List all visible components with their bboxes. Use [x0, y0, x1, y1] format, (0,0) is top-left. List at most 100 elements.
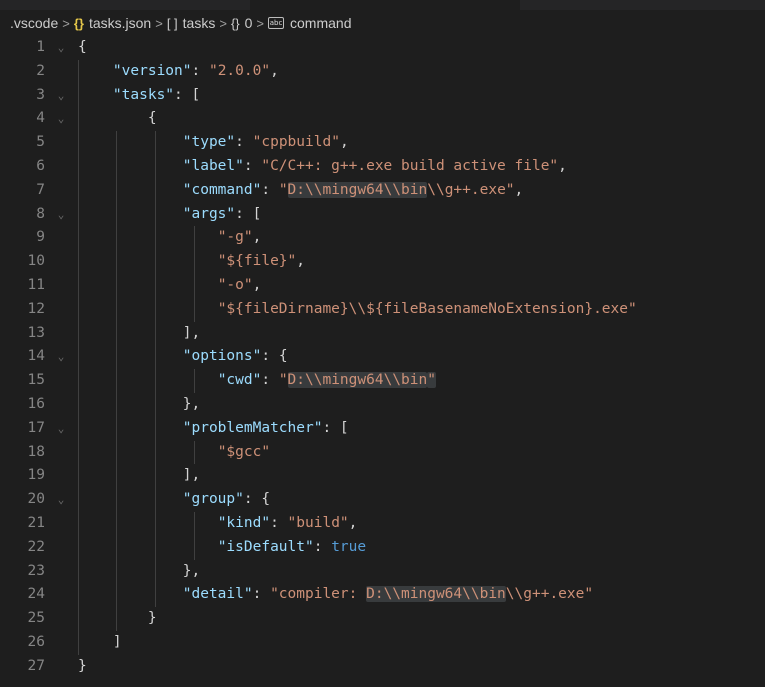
code-line[interactable]: 23 }, — [0, 560, 765, 584]
line-number: 25 — [27, 610, 45, 627]
breadcrumb-command[interactable]: abc command — [268, 15, 351, 31]
code-line[interactable]: 15 "cwd": "D:\\mingw64\\bin" — [0, 369, 765, 393]
token-punctuation: , — [348, 514, 358, 531]
line-number: 20 — [27, 491, 45, 508]
breadcrumb-object[interactable]: {} 0 — [231, 15, 252, 31]
line-number: 19 — [27, 467, 45, 484]
object-symbol-icon: {} — [230, 15, 240, 31]
token-string: " — [278, 372, 288, 389]
token-punctuation: ], — [182, 324, 201, 341]
code-line[interactable]: 21 "kind": "build", — [0, 512, 765, 536]
token-string-highlighted: " — [427, 372, 436, 389]
breadcrumb-tasks[interactable]: [ ] tasks — [167, 15, 216, 31]
line-number: 17 — [27, 419, 45, 436]
token-punctuation: : — [261, 181, 279, 198]
code-editor[interactable]: 1 ⌄{ 2 "version": "2.0.0", 3 ⌄ "tasks": [ … — [0, 36, 765, 687]
token-punctuation: : — [313, 538, 332, 555]
chevron-down-icon[interactable]: ⌄ — [55, 36, 67, 60]
token-key: "label" — [182, 157, 244, 174]
breadcrumb-file[interactable]: {} tasks.json — [74, 15, 151, 31]
editor-window: .vscode > {} tasks.json > [ ] tasks > {} 0 … — [0, 0, 765, 687]
code-line[interactable]: 3 ⌄ "tasks": [ — [0, 84, 765, 108]
code-line[interactable]: 8 ⌄ "args": [ — [0, 203, 765, 227]
code-line[interactable]: 27} — [0, 655, 765, 679]
breadcrumb-folder-label: .vscode — [10, 15, 59, 31]
string-symbol-icon: abc — [268, 17, 285, 29]
token-punctuation: }, — [182, 562, 201, 579]
breadcrumb-separator: > — [256, 15, 265, 31]
tab-ghost-right[interactable] — [520, 0, 765, 10]
chevron-down-icon[interactable]: ⌄ — [55, 345, 67, 369]
chevron-down-icon[interactable]: ⌄ — [55, 488, 67, 512]
tab-ghost-left[interactable] — [0, 0, 250, 10]
token-punctuation: : — [191, 62, 209, 79]
token-punctuation: { — [147, 110, 157, 127]
code-line[interactable]: 9 "-g", — [0, 226, 765, 250]
token-key: "command" — [182, 181, 262, 198]
line-number: 14 — [27, 348, 45, 365]
code-line[interactable]: 10 "${file}", — [0, 250, 765, 274]
token-punctuation: ] — [112, 633, 122, 650]
code-line[interactable]: 18 "$gcc" — [0, 441, 765, 465]
breadcrumb-file-label: tasks.json — [88, 15, 152, 31]
line-number: 12 — [27, 300, 45, 317]
line-number: 4 — [36, 110, 45, 127]
line-number: 6 — [36, 157, 45, 174]
token-string: "${fileDirname}\\${fileBasenameNoExtensi… — [217, 300, 637, 317]
chevron-down-icon[interactable]: ⌄ — [55, 203, 67, 227]
token-key: "version" — [112, 62, 192, 79]
breadcrumb-folder[interactable]: .vscode — [10, 15, 58, 31]
token-string-highlighted: D:\\mingw64\\bin — [287, 372, 428, 389]
token-punctuation: , — [339, 134, 349, 151]
array-symbol-icon: [ ] — [166, 15, 178, 31]
code-line[interactable]: 19 ], — [0, 464, 765, 488]
token-punctuation: [ — [252, 205, 262, 222]
code-line[interactable]: 26 ] — [0, 631, 765, 655]
line-number: 18 — [27, 443, 45, 460]
breadcrumb-separator: > — [219, 15, 227, 31]
code-line[interactable]: 17 ⌄ "problemMatcher": [ — [0, 417, 765, 441]
token-string: "-g" — [217, 229, 253, 246]
token-string: "compiler: — [270, 586, 367, 603]
token-boolean: true — [331, 538, 367, 555]
token-punctuation: } — [147, 610, 157, 627]
chevron-down-icon[interactable]: ⌄ — [55, 84, 67, 108]
code-line[interactable]: 11 "-o", — [0, 274, 765, 298]
code-line[interactable]: 24 "detail": "compiler: D:\\mingw64\\bin… — [0, 583, 765, 607]
code-line[interactable]: 6 "label": "C/C++: g++.exe build active … — [0, 155, 765, 179]
code-line[interactable]: 2 "version": "2.0.0", — [0, 60, 765, 84]
line-number: 10 — [27, 253, 45, 270]
token-string-highlighted: D:\\mingw64\\bin — [287, 181, 428, 198]
token-punctuation: : — [174, 86, 192, 103]
chevron-down-icon[interactable]: ⌄ — [55, 417, 67, 441]
code-line[interactable]: 16 }, — [0, 393, 765, 417]
line-number: 9 — [36, 229, 45, 246]
token-punctuation: ], — [182, 467, 201, 484]
token-punctuation: : — [261, 372, 279, 389]
chevron-down-icon[interactable]: ⌄ — [55, 107, 67, 131]
token-punctuation: : — [252, 586, 271, 603]
tab-strip — [0, 0, 765, 10]
code-line[interactable]: 7 "command": "D:\\mingw64\\bin\\g++.exe"… — [0, 179, 765, 203]
token-punctuation: : — [235, 134, 253, 151]
code-line[interactable]: 20 ⌄ "group": { — [0, 488, 765, 512]
token-punctuation: { — [261, 491, 271, 508]
token-punctuation: : — [322, 419, 340, 436]
code-line[interactable]: 12 "${fileDirname}\\${fileBasenameNoExte… — [0, 298, 765, 322]
token-punctuation: { — [78, 39, 87, 55]
token-string-highlighted: D:\\mingw64\\bin — [366, 586, 506, 603]
code-line[interactable]: 1 ⌄ { — [0, 36, 765, 60]
token-punctuation: , — [252, 229, 262, 246]
code-line[interactable]: 22 "isDefault": true — [0, 536, 765, 560]
code-line[interactable]: 14 ⌄ "options": { — [0, 345, 765, 369]
code-line[interactable]: 13 ], — [0, 322, 765, 346]
line-number: 13 — [27, 324, 45, 341]
line-number: 23 — [27, 562, 45, 579]
line-number: 24 — [27, 586, 45, 603]
line-number: 7 — [36, 181, 45, 198]
code-line[interactable]: 4 ⌄ { — [0, 107, 765, 131]
line-number: 8 — [36, 205, 45, 222]
token-string: "$gcc" — [217, 443, 271, 460]
code-line[interactable]: 5 "type": "cppbuild", — [0, 131, 765, 155]
code-line[interactable]: 25 } — [0, 607, 765, 631]
